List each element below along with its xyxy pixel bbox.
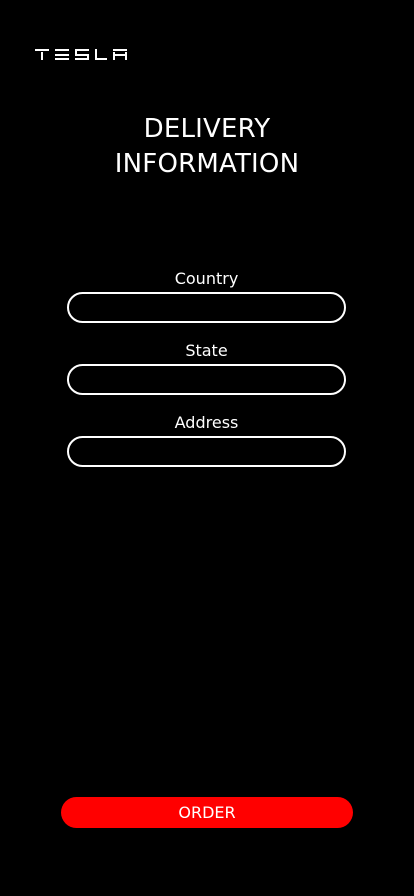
order-button[interactable]: ORDER: [61, 797, 353, 828]
address-label: Address: [174, 413, 239, 432]
page-title: DELIVERY INFORMATION: [114, 114, 300, 179]
address-field: Address: [67, 413, 346, 467]
address-input[interactable]: [67, 436, 346, 467]
country-label: Country: [174, 269, 239, 288]
state-label: State: [185, 341, 228, 360]
country-input[interactable]: [67, 292, 346, 323]
tesla-wordmark-icon: [35, 49, 127, 60]
state-input[interactable]: [67, 364, 346, 395]
country-field: Country: [67, 269, 346, 323]
tesla-logo: [35, 47, 128, 61]
state-field: State: [67, 341, 346, 395]
